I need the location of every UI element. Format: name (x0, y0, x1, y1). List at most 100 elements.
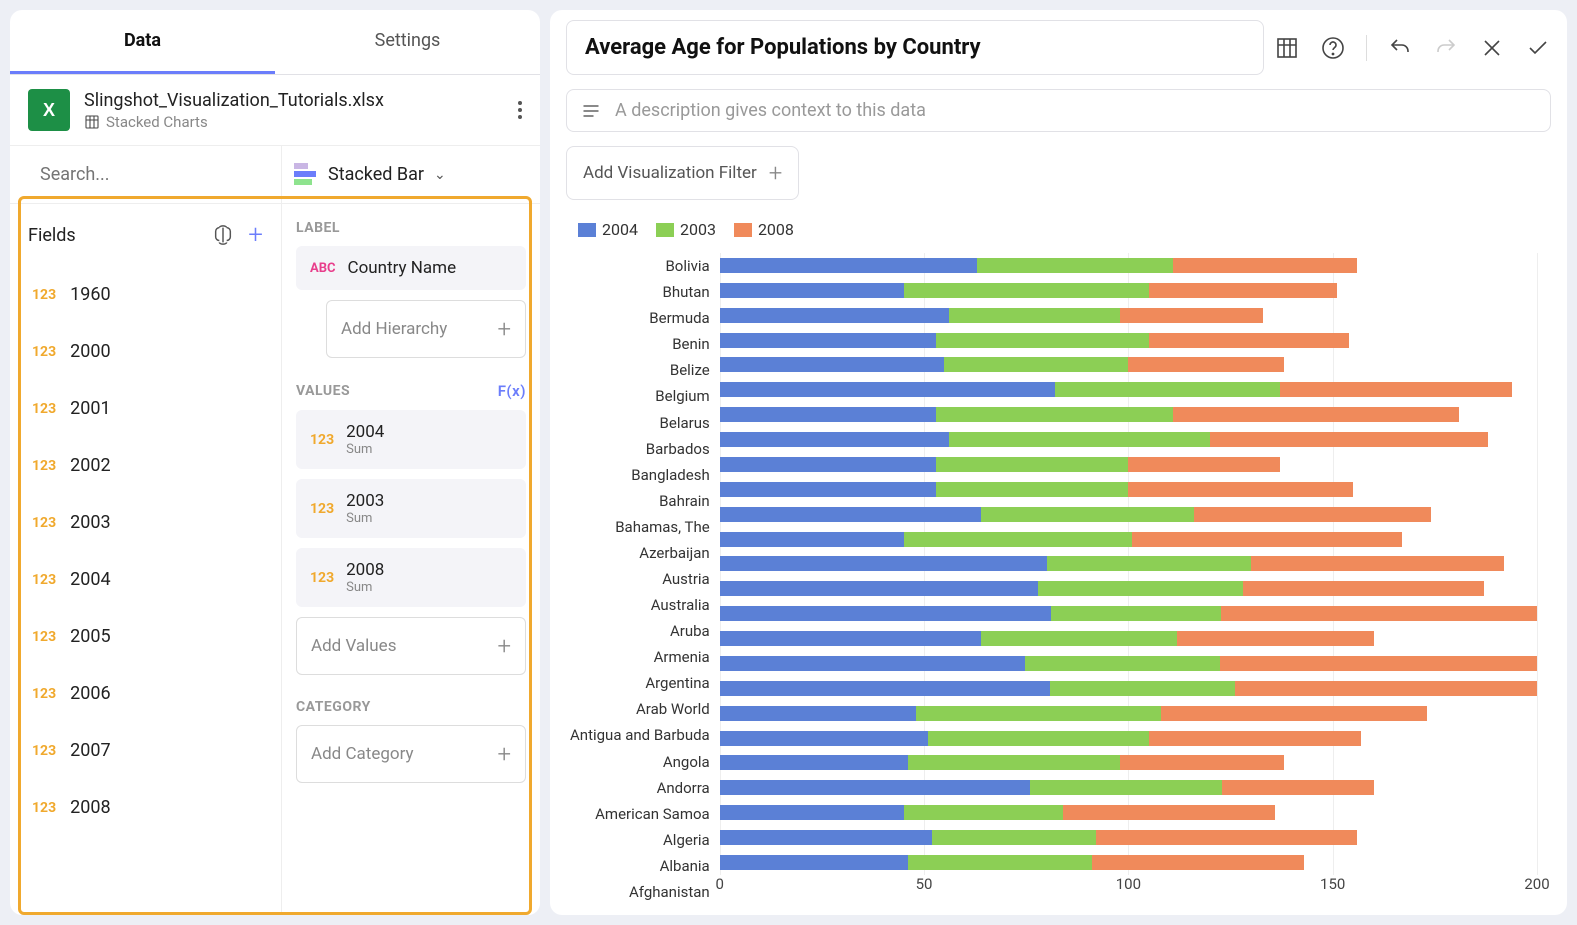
table-view-icon[interactable] (1274, 35, 1300, 61)
add-values-button[interactable]: Add Values + (296, 617, 526, 675)
add-filter-button[interactable]: Add Visualization Filter + (566, 146, 799, 200)
add-field-icon[interactable]: + (248, 220, 263, 250)
bar-segment-2003[interactable] (908, 755, 1120, 770)
bar-segment-2003[interactable] (1055, 382, 1280, 397)
bar-segment-2008[interactable] (1120, 308, 1263, 323)
bar-segment-2003[interactable] (1025, 656, 1220, 671)
bar-segment-2008[interactable] (1177, 631, 1373, 646)
bar-segment-2004[interactable] (720, 283, 904, 298)
bar-segment-2004[interactable] (720, 382, 1055, 397)
bar-segment-2004[interactable] (720, 258, 977, 273)
bar-segment-2004[interactable] (720, 780, 1031, 795)
bar-segment-2008[interactable] (1235, 681, 1537, 696)
bar-segment-2003[interactable] (904, 532, 1133, 547)
bar-segment-2004[interactable] (720, 606, 1052, 621)
bar-segment-2003[interactable] (928, 731, 1149, 746)
bar-segment-2008[interactable] (1280, 382, 1513, 397)
value-chip-2004[interactable]: 1232004Sum (296, 410, 526, 469)
bar-segment-2008[interactable] (1149, 333, 1349, 348)
bar-segment-2004[interactable] (720, 805, 904, 820)
value-chip-2008[interactable]: 1232008Sum (296, 548, 526, 607)
bar-segment-2003[interactable] (904, 283, 1149, 298)
bar-segment-2004[interactable] (720, 755, 908, 770)
bar-segment-2003[interactable] (1047, 556, 1251, 571)
bar-segment-2008[interactable] (1222, 780, 1373, 795)
bar-segment-2004[interactable] (720, 308, 949, 323)
bar-segment-2008[interactable] (1128, 457, 1279, 472)
bar-segment-2003[interactable] (944, 357, 1128, 372)
bar-segment-2008[interactable] (1194, 507, 1431, 522)
bar-segment-2008[interactable] (1128, 357, 1283, 372)
brain-icon[interactable] (212, 224, 234, 246)
bar-segment-2003[interactable] (1051, 606, 1221, 621)
bar-segment-2003[interactable] (904, 805, 1063, 820)
bar-segment-2003[interactable] (981, 631, 1177, 646)
search-input[interactable] (40, 164, 268, 185)
bar-segment-2004[interactable] (720, 532, 904, 547)
field-item-2000[interactable]: 1232000 (10, 323, 281, 380)
bar-segment-2004[interactable] (720, 457, 937, 472)
bar-segment-2004[interactable] (720, 357, 945, 372)
bar-segment-2003[interactable] (949, 432, 1211, 447)
add-hierarchy-button[interactable]: Add Hierarchy + (326, 300, 526, 358)
redo-icon[interactable] (1433, 35, 1459, 61)
field-item-2003[interactable]: 1232003 (10, 494, 281, 551)
legend-item-2008[interactable]: 2008 (734, 220, 794, 239)
bar-segment-2004[interactable] (720, 482, 937, 497)
close-icon[interactable] (1479, 35, 1505, 61)
bar-segment-2003[interactable] (949, 308, 1121, 323)
bar-segment-2004[interactable] (720, 407, 937, 422)
bar-segment-2008[interactable] (1149, 731, 1361, 746)
bar-segment-2008[interactable] (1063, 805, 1275, 820)
tab-settings[interactable]: Settings (275, 10, 540, 74)
bar-segment-2008[interactable] (1120, 755, 1283, 770)
field-item-2008[interactable]: 1232008 (10, 779, 281, 836)
undo-icon[interactable] (1387, 35, 1413, 61)
legend-item-2004[interactable]: 2004 (578, 220, 638, 239)
confirm-icon[interactable] (1525, 35, 1551, 61)
more-icon[interactable] (518, 98, 522, 122)
bar-segment-2003[interactable] (916, 706, 1161, 721)
label-chip-country[interactable]: ABC Country Name (296, 246, 526, 290)
bar-segment-2008[interactable] (1128, 482, 1353, 497)
viz-title-input[interactable] (566, 20, 1264, 75)
field-item-2004[interactable]: 1232004 (10, 551, 281, 608)
bar-segment-2004[interactable] (720, 631, 982, 646)
bar-segment-2008[interactable] (1096, 830, 1358, 845)
bar-segment-2004[interactable] (720, 432, 949, 447)
bar-segment-2008[interactable] (1173, 407, 1459, 422)
fx-button[interactable]: F(x) (498, 382, 526, 400)
bar-segment-2004[interactable] (720, 681, 1050, 696)
field-item-2002[interactable]: 1232002 (10, 437, 281, 494)
bar-segment-2004[interactable] (720, 507, 982, 522)
bar-segment-2004[interactable] (720, 731, 928, 746)
bar-segment-2004[interactable] (720, 656, 1025, 671)
bar-segment-2003[interactable] (1038, 581, 1242, 596)
field-item-2006[interactable]: 1232006 (10, 665, 281, 722)
bar-segment-2003[interactable] (1030, 780, 1222, 795)
bar-segment-2003[interactable] (932, 830, 1095, 845)
bar-segment-2003[interactable] (908, 855, 1092, 870)
add-category-button[interactable]: Add Category + (296, 725, 526, 783)
bar-segment-2003[interactable] (936, 407, 1173, 422)
field-item-1960[interactable]: 1231960 (10, 266, 281, 323)
bar-segment-2003[interactable] (936, 482, 1128, 497)
field-item-2005[interactable]: 1232005 (10, 608, 281, 665)
bar-segment-2008[interactable] (1220, 656, 1537, 671)
bar-segment-2003[interactable] (977, 258, 1173, 273)
bar-segment-2003[interactable] (1050, 681, 1235, 696)
bar-segment-2008[interactable] (1243, 581, 1484, 596)
legend-item-2003[interactable]: 2003 (656, 220, 716, 239)
bar-segment-2004[interactable] (720, 855, 908, 870)
field-item-2007[interactable]: 1232007 (10, 722, 281, 779)
bar-segment-2004[interactable] (720, 556, 1047, 571)
bar-segment-2004[interactable] (720, 581, 1039, 596)
bar-segment-2008[interactable] (1132, 532, 1402, 547)
bar-segment-2003[interactable] (981, 507, 1193, 522)
bar-segment-2008[interactable] (1173, 258, 1357, 273)
value-chip-2003[interactable]: 1232003Sum (296, 479, 526, 538)
bar-segment-2004[interactable] (720, 333, 937, 348)
help-icon[interactable] (1320, 35, 1346, 61)
bar-segment-2008[interactable] (1221, 606, 1537, 621)
description-input[interactable] (615, 100, 1536, 121)
